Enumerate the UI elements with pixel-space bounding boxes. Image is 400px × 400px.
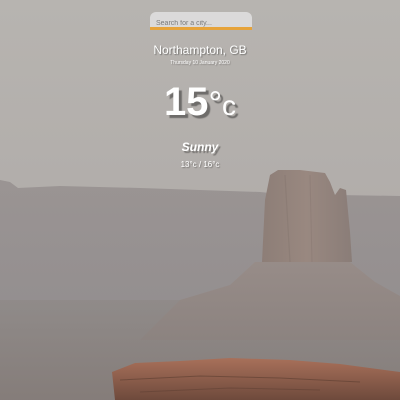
weather-condition: Sunny xyxy=(181,140,219,154)
temperature-range: 13°c / 16°c xyxy=(180,160,220,169)
date-label: Thursday 10 January 2020 xyxy=(170,60,230,66)
location-label: Northampton, GB xyxy=(153,43,247,57)
temperature-display: 15°c xyxy=(0,82,400,122)
temperature-unit: c xyxy=(222,90,237,121)
degree-symbol: ° xyxy=(208,85,223,123)
search-input[interactable] xyxy=(150,16,252,31)
search-bar[interactable] xyxy=(150,12,252,31)
temperature-value: 15 xyxy=(163,80,209,124)
